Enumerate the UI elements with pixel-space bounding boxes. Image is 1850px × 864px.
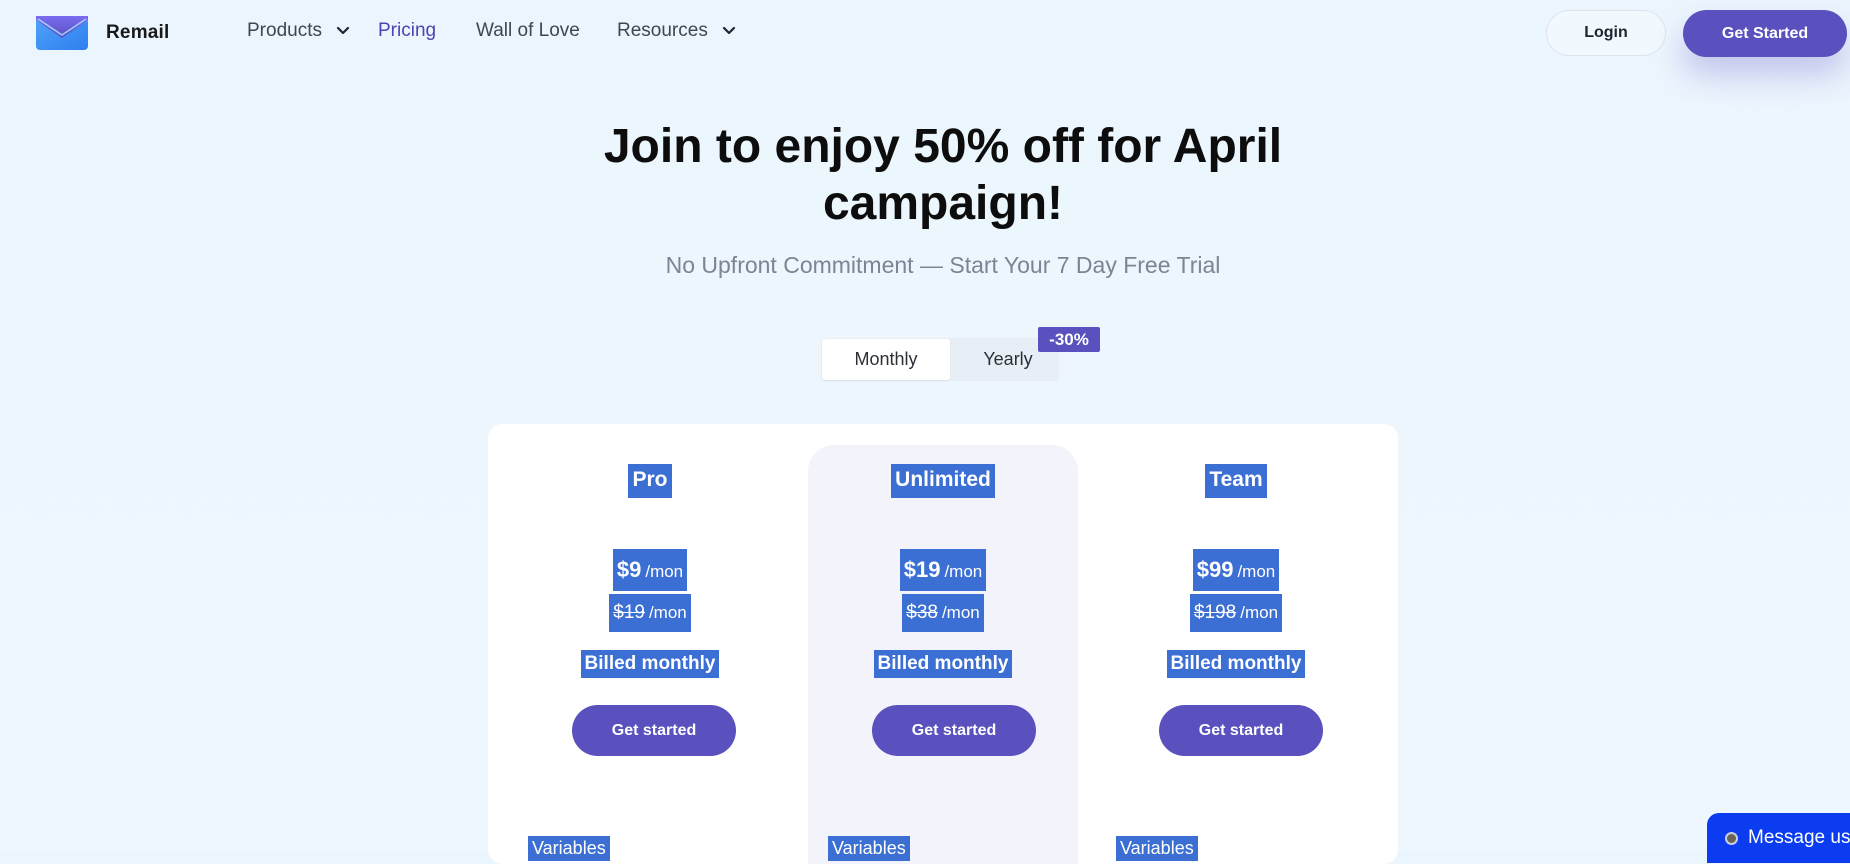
yearly-discount-badge: -30% (1038, 327, 1100, 352)
chat-status-dot-icon (1725, 831, 1738, 845)
plan-name: Team (1205, 464, 1267, 498)
envelope-logo-icon[interactable] (36, 16, 88, 50)
old-price-amount: $198 (1193, 602, 1237, 623)
billed-row: Billed monthly (488, 650, 812, 678)
billing-note: Billed monthly (873, 650, 1013, 678)
old-price: $38 /mon (902, 594, 984, 632)
price-period: /mon (944, 562, 983, 581)
feature-item: Variables (528, 836, 610, 861)
price-row: $19 /mon (808, 549, 1078, 591)
price-period: /mon (645, 562, 684, 581)
price-row: $99 /mon (1086, 549, 1386, 591)
site-header: Remail Products Pricing Wall of Love Res… (0, 0, 1850, 68)
old-price-amount: $19 (613, 602, 645, 623)
pricing-card: Pro $9 /mon $19 /mon Billed monthly Get … (488, 424, 1398, 864)
billing-note: Billed monthly (580, 650, 720, 678)
page-title-line2: campaign! (822, 177, 1064, 230)
plan-name-row: Unlimited (808, 464, 1078, 498)
old-price-period: /mon (648, 603, 687, 622)
old-price-period: /mon (941, 603, 980, 622)
page-subtitle: No Upfront Commitment — Start Your 7 Day… (665, 252, 1221, 278)
plan-pro: Pro $9 /mon $19 /mon Billed monthly Get … (488, 424, 812, 864)
current-price: $99 /mon (1192, 549, 1280, 591)
plan-name-row: Team (1086, 464, 1386, 498)
nav-pricing[interactable]: Pricing (378, 20, 436, 42)
billed-row: Billed monthly (1086, 650, 1386, 678)
login-button[interactable]: Login (1546, 10, 1666, 56)
get-started-button[interactable]: Get Started (1683, 10, 1847, 57)
old-price-row: $38 /mon (808, 594, 1078, 632)
old-price-amount: $38 (906, 602, 938, 623)
nav-products[interactable]: Products (247, 20, 354, 42)
plan-get-started-button[interactable]: Get started (872, 705, 1036, 756)
billing-monthly-option[interactable]: Monthly (822, 339, 950, 380)
price-amount: $9 (616, 557, 642, 582)
price-row: $9 /mon (488, 549, 812, 591)
old-price-row: $198 /mon (1086, 594, 1386, 632)
plan-team: Team $99 /mon $198 /mon Billed monthly G… (1086, 424, 1386, 864)
current-price: $9 /mon (612, 549, 688, 591)
billed-row: Billed monthly (808, 650, 1078, 678)
message-us-label: Message us (1748, 827, 1850, 848)
chevron-down-icon (336, 26, 350, 35)
nav-wall-of-love-label: Wall of Love (476, 20, 580, 41)
plan-get-started-button[interactable]: Get started (572, 705, 736, 756)
price-period: /mon (1237, 562, 1276, 581)
nav-products-label: Products (247, 20, 322, 41)
current-price: $19 /mon (899, 549, 987, 591)
old-price-row: $19 /mon (488, 594, 812, 632)
brand-name[interactable]: Remail (106, 22, 170, 44)
plan-get-started-button[interactable]: Get started (1159, 705, 1323, 756)
price-amount: $99 (1196, 557, 1234, 582)
old-price: $19 /mon (609, 594, 691, 632)
nav-wall-of-love[interactable]: Wall of Love (476, 20, 580, 42)
price-amount: $19 (903, 557, 941, 582)
page-title: Join to enjoy 50% off for April campaign… (525, 118, 1361, 232)
plan-unlimited: Unlimited $19 /mon $38 /mon Billed month… (808, 445, 1078, 864)
old-price-period: /mon (1240, 603, 1279, 622)
nav-resources[interactable]: Resources (617, 20, 740, 42)
billing-toggle: Monthly Yearly (821, 338, 1059, 381)
message-us-widget[interactable]: Message us (1707, 813, 1850, 863)
plan-name: Unlimited (891, 464, 995, 498)
feature-item: Variables (828, 836, 910, 861)
nav-pricing-label: Pricing (378, 20, 437, 41)
billing-note: Billed monthly (1166, 650, 1306, 678)
old-price: $198 /mon (1189, 594, 1283, 632)
page-title-line1: Join to enjoy 50% off for April (603, 120, 1283, 173)
nav-resources-label: Resources (617, 20, 708, 41)
plan-name-row: Pro (488, 464, 812, 498)
plan-name: Pro (628, 464, 672, 498)
chevron-down-icon (722, 26, 735, 35)
feature-item: Variables (1116, 836, 1198, 861)
